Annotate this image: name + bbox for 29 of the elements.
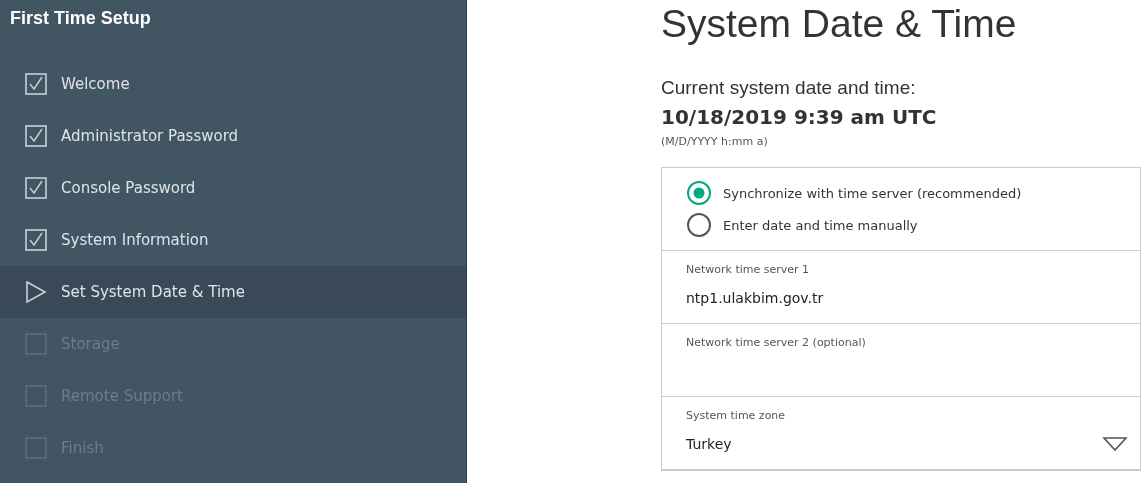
- field-label: System time zone: [686, 409, 787, 422]
- checkbox-icon: [25, 437, 47, 459]
- field-label: Network time server 2 (optional): [686, 336, 867, 349]
- current-time-value: 10/18/2019 9:39 am UTC: [661, 105, 938, 129]
- text-field[interactable]: Network time server 1 ntp1.ulakbim.gov.tr: [662, 251, 1140, 324]
- field-value: ntp1.ulakbim.gov.tr: [686, 290, 825, 306]
- step-item[interactable]: Administrator Password: [0, 110, 466, 162]
- field-value: Turkey: [686, 436, 732, 452]
- play-icon: [25, 281, 47, 303]
- step-item[interactable]: Console Password: [0, 162, 466, 214]
- step-item[interactable]: Set System Date & Time: [0, 266, 466, 318]
- step-item[interactable]: System Information: [0, 214, 466, 266]
- field-label: Network time server 1: [686, 263, 811, 276]
- checkbox-checked-icon: [25, 177, 47, 199]
- checkbox-checked-icon: [25, 125, 47, 147]
- checkbox-icon: [25, 333, 47, 355]
- time-zone-dropdown[interactable]: System time zone Turkey: [662, 397, 1140, 470]
- current-time-label: Current system date and time:: [661, 77, 917, 99]
- checkbox-icon: [25, 385, 47, 407]
- checkbox-checked-icon: [25, 229, 47, 251]
- radio-option[interactable]: Synchronize with time server (recommended): [686, 180, 1116, 206]
- radio-option[interactable]: Enter date and time manually: [686, 212, 1116, 238]
- format-hint: (M/D/YYYY h:mm a): [661, 135, 769, 148]
- sidebar-title: First Time Setup: [9, 7, 152, 30]
- checkbox-checked-icon: [25, 73, 47, 95]
- page-heading: System Date & Time: [661, 2, 1018, 47]
- text-field[interactable]: Network time server 2 (optional): [662, 324, 1140, 397]
- dropdown-caret-icon: [1102, 436, 1128, 452]
- step-item[interactable]: Welcome: [0, 58, 466, 110]
